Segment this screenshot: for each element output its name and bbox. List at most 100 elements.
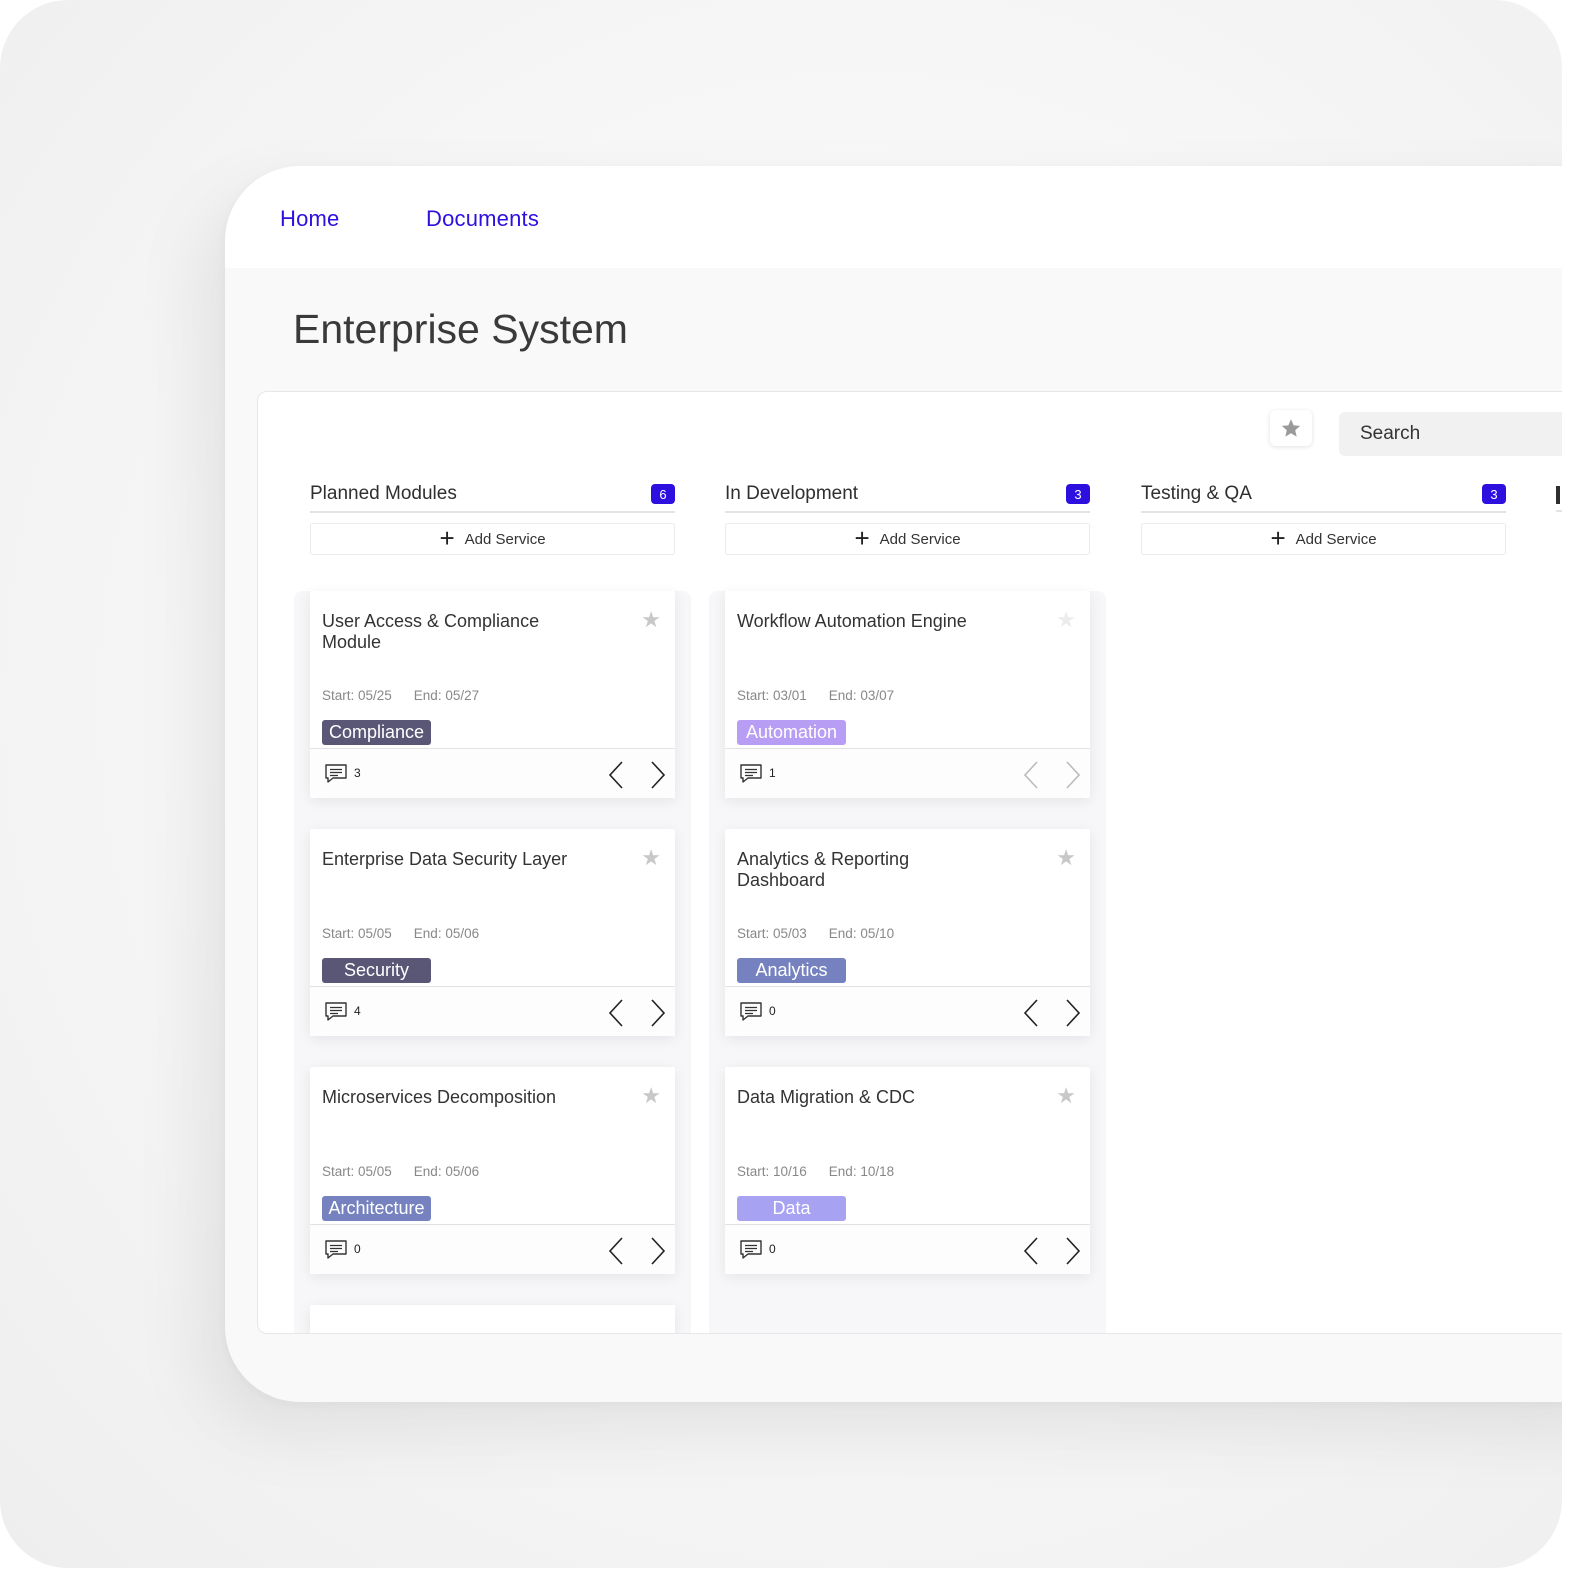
favorites-filter-button[interactable] bbox=[1270, 410, 1312, 446]
chevron-right-icon[interactable] bbox=[1064, 1236, 1082, 1266]
comment-icon bbox=[740, 1002, 762, 1021]
chevron-left-icon[interactable] bbox=[1022, 760, 1040, 790]
card-dates: Start: 05/25 End: 05/27 bbox=[322, 688, 501, 703]
add-service-button[interactable]: + Add Service bbox=[1141, 523, 1506, 555]
card-title: Workflow Automation Engine bbox=[737, 611, 967, 631]
app-window: Home Documents Enterprise System Planned… bbox=[225, 166, 1562, 1402]
comment-icon bbox=[325, 1240, 347, 1259]
card-title: Analytics & Reporting Dashboard bbox=[737, 849, 910, 890]
card-title: Enterprise Data Security Layer bbox=[322, 849, 568, 869]
plus-icon: + bbox=[854, 523, 870, 553]
card-list: Workflow Automation Engine ★ Start: 03/0… bbox=[709, 591, 1106, 1333]
add-service-label: Add Service bbox=[1295, 530, 1377, 548]
chevron-left-icon[interactable] bbox=[1022, 998, 1040, 1028]
plus-icon: + bbox=[439, 523, 455, 553]
card-tag: Data bbox=[737, 1196, 846, 1221]
page-title: Enterprise System bbox=[293, 306, 628, 352]
column-testing-qa: Testing & QA 3 + Add Service bbox=[1141, 477, 1506, 556]
comment-count: 0 bbox=[769, 1242, 776, 1256]
column-in-development: In Development 3 + Add Service Workflow … bbox=[709, 477, 1106, 1333]
comment-count: 0 bbox=[354, 1242, 361, 1256]
kanban-board: Planned Modules 6 + Add Service User Acc… bbox=[257, 391, 1562, 1334]
search-input[interactable] bbox=[1339, 412, 1562, 456]
card-footer: 1 bbox=[725, 748, 1090, 798]
comment-count: 3 bbox=[354, 766, 361, 780]
chevron-right-icon[interactable] bbox=[649, 1236, 667, 1266]
plus-icon: + bbox=[1270, 523, 1286, 553]
service-card[interactable] bbox=[310, 1305, 675, 1333]
comment-count: 0 bbox=[769, 1004, 776, 1018]
card-footer: 0 bbox=[310, 1224, 675, 1274]
start-date: Start: 05/25 bbox=[322, 688, 392, 703]
next-column-edge bbox=[1556, 486, 1560, 504]
service-card[interactable]: Microservices Decomposition ★ Start: 05/… bbox=[310, 1067, 675, 1274]
service-card[interactable]: User Access & Compliance Module ★ Start:… bbox=[310, 591, 675, 798]
chevron-left-icon[interactable] bbox=[607, 1236, 625, 1266]
end-date: End: 05/27 bbox=[413, 688, 480, 703]
star-icon[interactable]: ★ bbox=[1056, 609, 1076, 631]
comment-count: 4 bbox=[354, 1004, 361, 1018]
card-dates: Start: 03/01 End: 03/07 bbox=[737, 688, 916, 703]
card-dates: Start: 05/03 End: 05/10 bbox=[737, 926, 916, 941]
card-footer: 4 bbox=[310, 986, 675, 1036]
add-service-button[interactable]: + Add Service bbox=[725, 523, 1090, 555]
chevron-right-icon[interactable] bbox=[649, 760, 667, 790]
add-service-label: Add Service bbox=[879, 530, 961, 548]
star-icon[interactable]: ★ bbox=[1056, 1085, 1076, 1107]
card-tag: Compliance bbox=[322, 720, 431, 745]
nav-documents-link[interactable]: Documents bbox=[426, 206, 539, 232]
column-title: Testing & QA bbox=[1141, 483, 1252, 504]
chevron-right-icon[interactable] bbox=[1064, 760, 1082, 790]
card-dates: Start: 05/05 End: 05/06 bbox=[322, 926, 501, 941]
column-count-badge: 6 bbox=[651, 484, 675, 504]
service-card[interactable]: Workflow Automation Engine ★ Start: 03/0… bbox=[725, 591, 1090, 798]
star-icon[interactable]: ★ bbox=[641, 609, 661, 631]
card-dates: Start: 10/16 End: 10/18 bbox=[737, 1164, 916, 1179]
comment-icon bbox=[325, 1002, 347, 1021]
card-footer: 0 bbox=[725, 1224, 1090, 1274]
service-card[interactable]: Enterprise Data Security Layer ★ Start: … bbox=[310, 829, 675, 1036]
star-icon bbox=[1281, 419, 1301, 437]
start-date: Start: 05/05 bbox=[322, 926, 392, 941]
service-card[interactable]: Analytics & Reporting Dashboard ★ Start:… bbox=[725, 829, 1090, 1036]
star-icon[interactable]: ★ bbox=[641, 1085, 661, 1107]
chevron-right-icon[interactable] bbox=[1064, 998, 1082, 1028]
column-count-badge: 3 bbox=[1066, 484, 1090, 504]
start-date: Start: 03/01 bbox=[737, 688, 807, 703]
chevron-left-icon[interactable] bbox=[607, 760, 625, 790]
card-footer: 0 bbox=[725, 986, 1090, 1036]
column-planned-modules: Planned Modules 6 + Add Service User Acc… bbox=[294, 477, 691, 1333]
card-footer: 3 bbox=[310, 748, 675, 798]
nav-home-link[interactable]: Home bbox=[280, 206, 340, 232]
card-tag: Architecture bbox=[322, 1196, 431, 1221]
next-column-divider bbox=[1556, 510, 1562, 512]
column-title: Planned Modules bbox=[310, 483, 457, 504]
chevron-right-icon[interactable] bbox=[649, 998, 667, 1028]
star-icon[interactable]: ★ bbox=[1056, 847, 1076, 869]
backdrop: Home Documents Enterprise System Planned… bbox=[0, 0, 1562, 1568]
column-title: In Development bbox=[725, 483, 859, 504]
chevron-left-icon[interactable] bbox=[607, 998, 625, 1028]
start-date: Start: 05/05 bbox=[322, 1164, 392, 1179]
chevron-left-icon[interactable] bbox=[1022, 1236, 1040, 1266]
comment-icon bbox=[740, 1240, 762, 1259]
comment-count: 1 bbox=[769, 766, 776, 780]
start-date: Start: 10/16 bbox=[737, 1164, 807, 1179]
comment-icon bbox=[325, 764, 347, 783]
card-title: Microservices Decomposition bbox=[322, 1087, 557, 1107]
card-tag: Automation bbox=[737, 720, 846, 745]
end-date: End: 05/06 bbox=[413, 926, 480, 941]
end-date: End: 05/10 bbox=[828, 926, 895, 941]
card-title: Data Migration & CDC bbox=[737, 1087, 916, 1107]
add-service-button[interactable]: + Add Service bbox=[310, 523, 675, 555]
card-tag: Analytics bbox=[737, 958, 846, 983]
add-service-label: Add Service bbox=[464, 530, 546, 548]
end-date: End: 05/06 bbox=[413, 1164, 480, 1179]
card-list: User Access & Compliance Module ★ Start:… bbox=[294, 591, 691, 1333]
star-icon[interactable]: ★ bbox=[641, 847, 661, 869]
top-nav: Home Documents bbox=[225, 166, 1562, 268]
column-count-badge: 3 bbox=[1482, 484, 1506, 504]
service-card[interactable]: Data Migration & CDC ★ Start: 10/16 End: … bbox=[725, 1067, 1090, 1274]
end-date: End: 10/18 bbox=[828, 1164, 895, 1179]
column-header: Planned Modules 6 bbox=[310, 477, 675, 513]
